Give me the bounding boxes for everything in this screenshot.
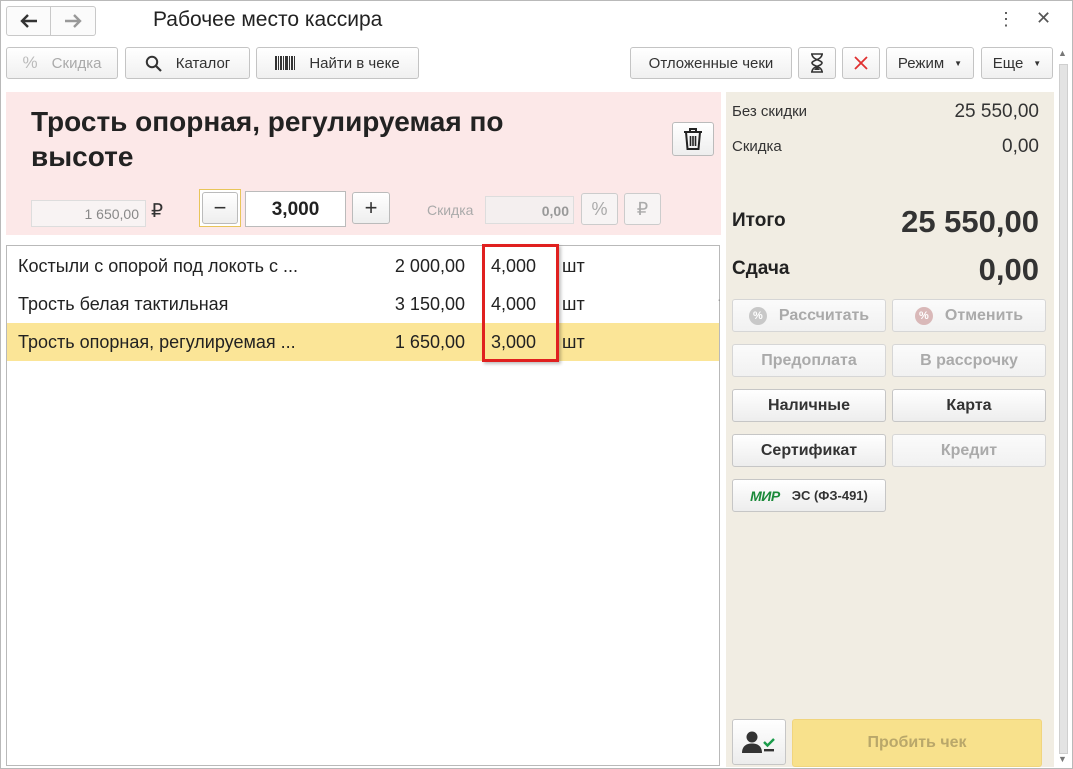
delete-item-button[interactable] xyxy=(672,122,714,156)
prepayment-button[interactable]: Предоплата xyxy=(732,344,886,377)
installment-button[interactable]: В рассрочку xyxy=(892,344,1046,377)
close-red-icon xyxy=(854,56,868,70)
certificate-button[interactable]: Сертификат xyxy=(732,434,886,467)
arrow-left-icon xyxy=(19,14,37,28)
more-menu-icon[interactable]: ⋮ xyxy=(997,9,1015,30)
table-row[interactable]: Трость белая тактильная 3 150,00 4,000 ш… xyxy=(7,285,722,323)
change-label: Сдача xyxy=(732,258,790,279)
card-button[interactable]: Карта xyxy=(892,389,1046,422)
find-in-receipt-button[interactable]: Найти в чеке xyxy=(256,47,419,79)
es-fz491-button[interactable]: МИР ЭС (ФЗ-491) xyxy=(732,479,886,512)
item-name: Костыли с опорой под локоть с ... xyxy=(18,256,298,276)
ruble-icon: ₽ xyxy=(636,198,649,219)
product-title: Трость опорная, регулируемая по высоте xyxy=(31,106,504,172)
forward-button[interactable] xyxy=(51,6,96,36)
cashier-user-button[interactable] xyxy=(732,719,786,765)
current-product-panel: Трость опорная, регулируемая по высоте 1… xyxy=(6,92,721,235)
deferred-receipts-label: Отложенные чеки xyxy=(648,54,774,72)
search-icon xyxy=(145,55,162,72)
mode-label: Режим xyxy=(897,54,945,72)
payment-panel: Без скидки 25 550,00 Скидка 0,00 Итого 2… xyxy=(726,92,1054,767)
total-value: 25 550,00 xyxy=(901,204,1039,239)
quantity-column-highlight xyxy=(482,244,559,362)
percent-icon: % xyxy=(591,198,608,219)
credit-button[interactable]: Кредит xyxy=(892,434,1046,467)
quantity-input[interactable]: 3,000 xyxy=(245,191,346,227)
total-label: Итого xyxy=(732,210,786,231)
quantity-increase-button[interactable]: + xyxy=(352,192,390,224)
discount-field[interactable]: 0,00 xyxy=(485,196,574,224)
es-label: ЭС (ФЗ-491) xyxy=(791,488,868,503)
user-check-icon xyxy=(742,731,775,753)
quantity-decrease-button[interactable]: − xyxy=(199,189,241,227)
close-icon[interactable]: ✕ xyxy=(1036,8,1051,29)
deferred-receipts-button[interactable]: Отложенные чеки xyxy=(630,47,792,79)
price-field[interactable]: 1 650,00 xyxy=(31,200,146,227)
change-value: 0,00 xyxy=(978,252,1039,287)
catalog-button-label: Каталог xyxy=(175,54,231,72)
dropdown-arrow-icon: ▼ xyxy=(954,58,963,68)
no-discount-value: 25 550,00 xyxy=(954,101,1039,122)
discount-summary-label: Скидка xyxy=(732,138,782,155)
discount-summary-value: 0,00 xyxy=(1002,136,1039,157)
receipt-items-table: Костыли с опорой под локоть с ... 2 000,… xyxy=(6,245,722,766)
print-receipt-button[interactable]: Пробить чек xyxy=(792,719,1042,767)
item-name: Трость белая тактильная xyxy=(18,294,229,314)
more-dropdown[interactable]: Еще ▼ xyxy=(981,47,1053,79)
arrow-right-icon xyxy=(65,14,82,28)
item-name: Трость опорная, регулируемая ... xyxy=(18,332,296,352)
hourglass-icon xyxy=(811,53,823,73)
trash-icon xyxy=(684,128,702,150)
discount-amount-button[interactable]: ₽ xyxy=(624,193,661,225)
discount-button-label: Скидка xyxy=(51,54,102,72)
more-label: Еще xyxy=(992,54,1024,72)
mode-dropdown[interactable]: Режим ▼ xyxy=(886,47,974,79)
defer-receipt-button[interactable] xyxy=(798,47,836,79)
item-unit: шт xyxy=(562,332,585,352)
item-price: 1 650,00 xyxy=(394,332,465,352)
scroll-up-icon[interactable]: ▲ xyxy=(1058,48,1067,58)
discount-percent-button[interactable]: % xyxy=(581,193,618,225)
table-row[interactable]: Костыли с опорой под локоть с ... 2 000,… xyxy=(7,247,719,285)
catalog-button[interactable]: Каталог xyxy=(125,47,250,79)
cancel-payment-label: Отменить xyxy=(944,306,1024,324)
no-discount-label: Без скидки xyxy=(732,103,808,120)
row-marker-icon: · xyxy=(717,291,722,307)
cancel-receipt-button[interactable] xyxy=(842,47,880,79)
discount-label: Скидка xyxy=(427,202,474,218)
vertical-scrollbar[interactable]: ▲ ▼ xyxy=(1056,48,1070,766)
minus-icon: − xyxy=(202,192,238,224)
back-button[interactable] xyxy=(6,6,51,36)
percent-icon: % xyxy=(748,306,767,325)
percent-icon: % xyxy=(914,306,933,325)
dropdown-arrow-icon: ▼ xyxy=(1033,58,1042,68)
item-unit: шт xyxy=(562,294,585,314)
discount-button[interactable]: % Скидка xyxy=(6,47,118,79)
percent-icon: % xyxy=(22,53,38,72)
table-row-selected[interactable]: Трость опорная, регулируемая ... 1 650,0… xyxy=(7,323,719,361)
calculate-label: Рассчитать xyxy=(778,306,870,324)
item-price: 2 000,00 xyxy=(394,256,465,276)
calculate-button[interactable]: % Рассчитать xyxy=(732,299,886,332)
find-in-receipt-label: Найти в чеке xyxy=(309,54,400,72)
window-title: Рабочее место кассира xyxy=(153,8,383,31)
mir-logo-icon: МИР xyxy=(750,487,780,504)
item-price: 3 150,00 xyxy=(394,294,465,314)
ruble-icon: ₽ xyxy=(151,201,164,222)
scroll-down-icon[interactable]: ▼ xyxy=(1058,754,1067,764)
barcode-icon xyxy=(275,56,296,70)
cashier-window: Рабочее место кассира ⋮ ✕ % Скидка Катал… xyxy=(0,0,1073,769)
scroll-thumb[interactable] xyxy=(1059,64,1068,754)
item-unit: шт xyxy=(562,256,585,276)
cash-button[interactable]: Наличные xyxy=(732,389,886,422)
cancel-payment-button[interactable]: % Отменить xyxy=(892,299,1046,332)
